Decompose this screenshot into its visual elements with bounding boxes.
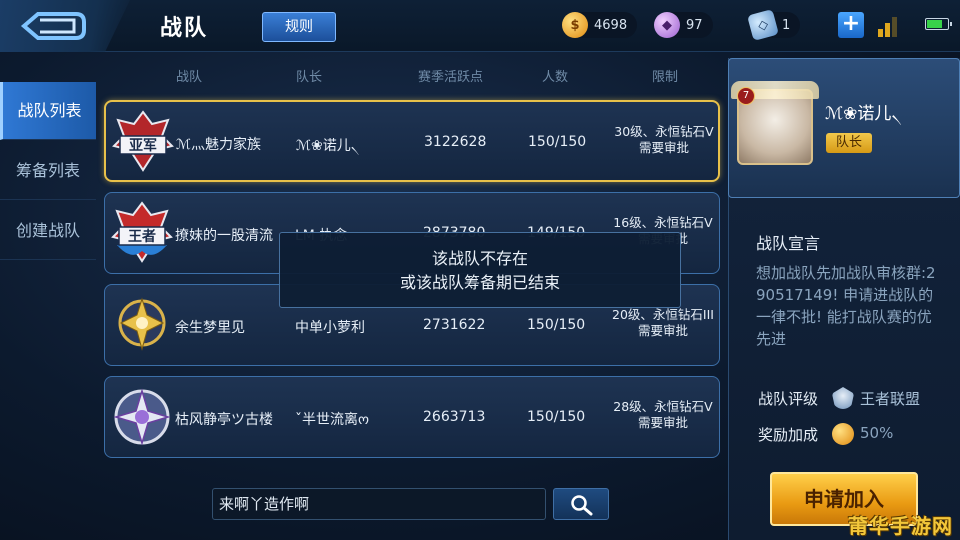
declaration-text: 想加战队先加战队审核群:290517149! 申请进战队的一律不批! 能打战队赛…: [756, 264, 936, 348]
team-leader: 中单小萝利: [295, 320, 365, 336]
team-leader: ℳ❀诺儿৲: [296, 138, 360, 154]
gold-value: 4698: [594, 17, 628, 33]
sidebar-item-team-list[interactable]: 战队列表: [0, 82, 96, 140]
team-activity: 3122628: [424, 134, 487, 150]
signal-icon: [878, 15, 902, 37]
team-name: 枯风静亭ツ古楼: [175, 412, 273, 428]
team-members: 150/150: [528, 134, 587, 150]
column-header-leader: 队长: [296, 70, 323, 85]
team-activity: 2663713: [423, 409, 486, 425]
toast-line-1: 该战队不存在: [431, 249, 528, 268]
back-button[interactable]: [0, 0, 130, 52]
team-leader: ˇ半世流离ო: [295, 412, 370, 428]
table-row[interactable]: 枯风静亭ツ古楼 ˇ半世流离ო 2663713 150/150 28级、永恒钻石V…: [104, 376, 720, 458]
sidebar-item-prep-list[interactable]: 筹备列表: [0, 142, 96, 200]
team-limit: 20级、永恒钻石III 需要审批: [605, 307, 721, 339]
gem-counter: ◆ 97: [654, 12, 713, 38]
search-icon: [571, 495, 593, 516]
team-members: 150/150: [527, 317, 586, 333]
coupon-icon: ◇: [747, 9, 779, 41]
search-button[interactable]: [553, 488, 609, 520]
team-limit-requirement: 28级、永恒钻石V: [613, 399, 713, 414]
gold-coin-icon: $: [562, 12, 588, 38]
battery-icon: [925, 18, 952, 30]
rules-button[interactable]: 规则: [262, 12, 336, 42]
team-limit-approval: 需要审批: [637, 323, 688, 338]
team-name: ℳ灬魅力家族: [176, 137, 261, 153]
page-title: 战队: [160, 16, 209, 41]
row-badge-label: 王者: [128, 229, 156, 245]
bonus-value: 50%: [860, 424, 894, 442]
bonus-label: 奖励加成: [758, 426, 819, 444]
team-members: 150/150: [527, 409, 586, 425]
column-header-team: 战队: [176, 70, 203, 85]
leader-profile-card: 7 ℳ❀诺儿৲ 队长: [728, 58, 960, 198]
toast-line-2: 或该战队筹备期已结束: [399, 273, 560, 292]
table-row[interactable]: 亚军 ℳ灬魅力家族 ℳ❀诺儿৲ 3122628 150/150 30级、永恒钻石…: [104, 100, 720, 182]
team-limit-approval: 需要审批: [637, 415, 688, 430]
rank-label: 战队评级: [758, 390, 819, 408]
team-name: 撩妹的一股清流: [175, 228, 273, 244]
runner-up-emblem-icon: 亚军: [112, 110, 174, 172]
team-limit: 30级、永恒钻石V 需要审批: [606, 124, 722, 156]
leader-name: ℳ❀诺儿৲: [825, 104, 902, 124]
error-toast: 该战队不存在 或该战队筹备期已结束: [279, 232, 681, 308]
add-currency-button[interactable]: +: [838, 12, 864, 38]
back-arrow-icon: [20, 12, 86, 40]
gold-coin-icon: [832, 423, 854, 445]
coupon-counter: ◇ 1: [747, 9, 801, 41]
gem-value: 97: [686, 17, 703, 33]
team-limit: 28级、永恒钻石V 需要审批: [605, 399, 721, 431]
search-input[interactable]: 来啊丫造作啊: [212, 488, 546, 520]
coupon-value: 1: [782, 17, 791, 33]
sidebar-item-create-team[interactable]: 创建战队: [0, 202, 96, 260]
team-name: 余生梦里见: [175, 320, 245, 336]
column-header-activity: 赛季活跃点: [418, 70, 484, 85]
leader-role-badge: 队长: [826, 133, 872, 153]
diamond-icon: ◆: [654, 12, 680, 38]
gold-emblem-icon: [118, 297, 166, 351]
rank-value: 王者联盟: [860, 390, 921, 408]
team-limit-requirement: 20级、永恒钻石III: [612, 307, 714, 322]
sidebar: 战队列表 筹备列表 创建战队: [0, 52, 96, 540]
top-bar: 战队 规则 $ 4698 ◆ 97 ◇ 1 +: [0, 0, 960, 52]
team-limit-requirement: 16级、永恒钻石V: [613, 215, 713, 230]
column-header-members: 人数: [542, 70, 569, 85]
silver-emblem-icon: [113, 388, 171, 446]
watermark-logo: 莆华手游网: [848, 514, 953, 538]
leader-level-badge: 7: [737, 87, 755, 105]
team-limit-approval: 需要审批: [638, 140, 689, 155]
row-badge-label: 亚军: [129, 138, 157, 154]
king-emblem-icon: 王者: [111, 201, 173, 263]
team-activity: 2731622: [423, 317, 486, 333]
team-limit-requirement: 30级、永恒钻石V: [614, 124, 714, 139]
gold-counter: $ 4698: [562, 12, 638, 38]
column-header-limit: 限制: [652, 70, 679, 85]
declaration-title: 战队宣言: [756, 234, 821, 253]
